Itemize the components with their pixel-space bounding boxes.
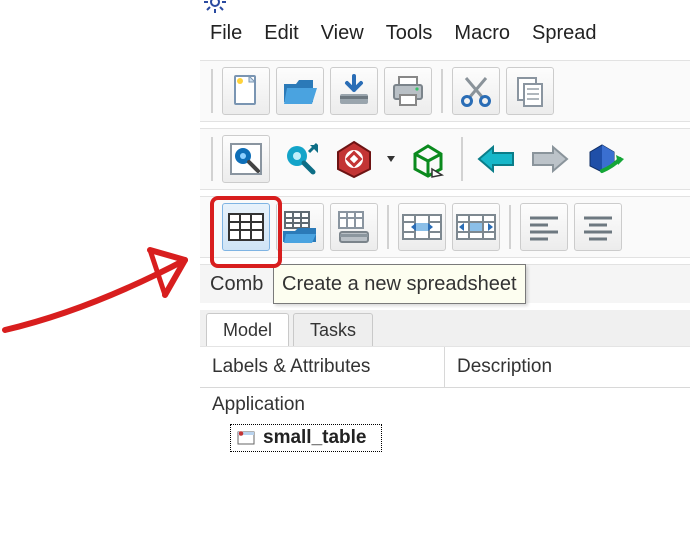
save-document-button[interactable] xyxy=(330,67,378,115)
menu-spreadsheet[interactable]: Spread xyxy=(532,22,597,52)
merge-cells-button[interactable] xyxy=(398,203,446,251)
tab-model[interactable]: Model xyxy=(206,313,289,346)
print-button[interactable] xyxy=(384,67,432,115)
zoom-link-button[interactable] xyxy=(276,135,324,183)
tab-tasks[interactable]: Tasks xyxy=(293,313,373,346)
tree-node-small-table[interactable]: small_table xyxy=(230,424,382,452)
tree-node-label: small_table xyxy=(263,427,367,449)
nav-forward-button[interactable] xyxy=(526,135,574,183)
app-gear-icon xyxy=(203,0,227,14)
toolbar-row-view xyxy=(200,128,690,190)
model-panel: Labels & Attributes Description Applicat… xyxy=(200,346,690,547)
split-cells-button[interactable] xyxy=(452,203,500,251)
new-document-button[interactable] xyxy=(222,67,270,115)
annotation-margin xyxy=(0,0,200,558)
toolbar-separator xyxy=(211,69,213,113)
go-to-link-button[interactable] xyxy=(580,135,628,183)
import-spreadsheet-button[interactable] xyxy=(330,203,378,251)
toolbar-row-file xyxy=(200,60,690,122)
bounding-box-button[interactable] xyxy=(404,135,452,183)
column-description[interactable]: Description xyxy=(445,347,564,387)
menu-bar: File Edit View Tools Macro Spread xyxy=(200,22,690,52)
draw-style-button[interactable] xyxy=(330,135,378,183)
toolbar-separator xyxy=(509,205,511,249)
menu-file[interactable]: File xyxy=(210,22,242,52)
zoom-fit-button[interactable] xyxy=(222,135,270,183)
tooltip-create-spreadsheet: Create a new spreadsheet xyxy=(273,264,526,304)
toolbar-separator xyxy=(211,137,213,181)
toolbar-separator xyxy=(387,205,389,249)
cut-button[interactable] xyxy=(452,67,500,115)
align-left-button[interactable] xyxy=(520,203,568,251)
toolbar-separator xyxy=(461,137,463,181)
menu-view[interactable]: View xyxy=(321,22,364,52)
create-spreadsheet-button[interactable] xyxy=(222,203,270,251)
tree-root-application[interactable]: Application xyxy=(200,388,690,422)
menu-tools[interactable]: Tools xyxy=(386,22,433,52)
toolbar-row-spreadsheet xyxy=(200,196,690,258)
open-spreadsheet-button[interactable] xyxy=(276,203,324,251)
tab-strip: Model Tasks xyxy=(200,310,690,347)
open-document-button[interactable] xyxy=(276,67,324,115)
draw-style-dropdown[interactable] xyxy=(384,154,398,164)
panel-columns-header: Labels & Attributes Description xyxy=(200,347,690,388)
combo-view-label: Comb xyxy=(200,273,263,296)
nav-back-button[interactable] xyxy=(472,135,520,183)
column-labels-attributes[interactable]: Labels & Attributes xyxy=(200,347,445,387)
menu-edit[interactable]: Edit xyxy=(264,22,298,52)
toolbar-separator xyxy=(441,69,443,113)
spreadsheet-node-icon xyxy=(237,429,255,447)
align-center-button[interactable] xyxy=(574,203,622,251)
copy-button[interactable] xyxy=(506,67,554,115)
menu-macro[interactable]: Macro xyxy=(454,22,510,52)
toolbar-separator xyxy=(211,205,213,249)
